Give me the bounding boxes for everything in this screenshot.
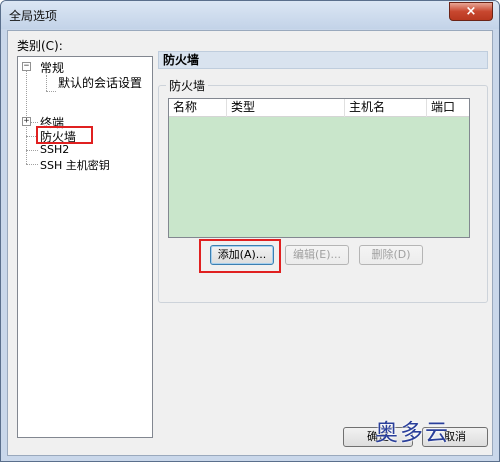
tree-connector: [26, 71, 27, 122]
window-title: 全局选项: [9, 9, 58, 23]
category-label: 类别(C):: [17, 39, 63, 53]
delete-button[interactable]: 删除(D): [359, 245, 423, 265]
edit-button[interactable]: 编辑(E)...: [285, 245, 349, 265]
category-tree[interactable]: − 常规 默认的会话设置 + 终端 防火墙 SSH2 SSH 主机密钥: [17, 56, 153, 438]
tree-connector: [46, 91, 56, 92]
tree-connector: [46, 75, 47, 91]
expand-icon[interactable]: +: [22, 117, 31, 126]
panel-header: 防火墙: [158, 51, 488, 69]
list-header: 名称 类型 主机名 端口: [169, 99, 469, 117]
global-options-window: 全局选项 × 类别(C): − 常规 默认的会话设置 + 终端 防火墙 SSH2…: [0, 0, 500, 462]
tree-item-ssh-host-keys[interactable]: SSH 主机密钥: [40, 157, 110, 173]
close-icon: ×: [465, 4, 477, 19]
column-port[interactable]: 端口: [427, 99, 469, 117]
column-name[interactable]: 名称: [169, 99, 227, 117]
column-hostname[interactable]: 主机名: [345, 99, 427, 117]
dialog-client: 类别(C): − 常规 默认的会话设置 + 终端 防火墙 SSH2 SSH 主机…: [7, 30, 493, 456]
tree-item-default-session[interactable]: 默认的会话设置: [58, 74, 142, 91]
tree-connector: [26, 164, 38, 165]
title-bar[interactable]: 全局选项 ×: [1, 1, 499, 29]
tree-item-ssh2[interactable]: SSH2: [40, 143, 69, 156]
collapse-icon[interactable]: −: [22, 62, 31, 71]
firewall-list[interactable]: 名称 类型 主机名 端口: [168, 98, 470, 238]
column-type[interactable]: 类型: [227, 99, 345, 117]
tree-connector: [26, 122, 27, 164]
watermark-logo: 奥多云: [375, 420, 450, 446]
group-label: 防火墙: [166, 77, 209, 94]
close-button[interactable]: ×: [449, 2, 493, 21]
tree-connector: [26, 150, 38, 151]
firewall-highlight: [36, 126, 93, 144]
add-button-highlight: [199, 239, 281, 273]
